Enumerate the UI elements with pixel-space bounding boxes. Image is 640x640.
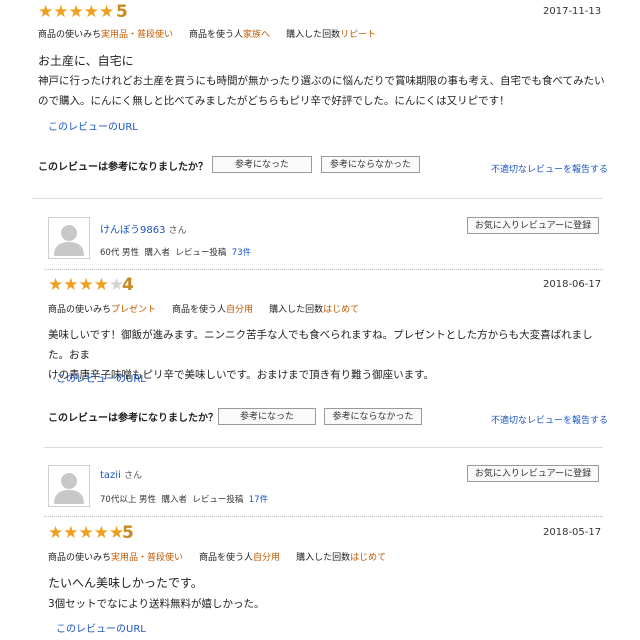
reviewer-posts-label: レビュー投稿 <box>175 248 227 258</box>
avatar <box>48 217 90 259</box>
meta-label: 購入した回数 <box>269 305 324 315</box>
review-body-line: ので購入。にんにく無しと比べてみましたがどちらもピリ辛で好評でした。にんにくは又… <box>38 95 510 107</box>
meta-label: 商品の使いみち <box>38 30 102 40</box>
dotted-divider <box>44 516 603 517</box>
user-silhouette-icon <box>49 466 89 506</box>
reviewer-buyer-badge: 購入者 <box>161 495 187 505</box>
reviewer-posts-count: 17件 <box>248 495 269 505</box>
meta-value: はじめて <box>323 305 360 315</box>
review-body: 神戸に行ったけれどお土産を買うにも時間が無かったり選ぶのに悩んだりで賞味期限の事… <box>38 71 618 111</box>
reviewer-name[interactable]: tazii さん <box>100 468 142 481</box>
star-rating: ★★★★★ <box>38 2 115 22</box>
reviewer-name-text: けんぼう9863 <box>100 225 166 236</box>
reviewer-buyer-badge: 購入者 <box>144 248 170 258</box>
review-date: 2018-05-17 <box>543 527 602 538</box>
meta-label: 商品を使う人 <box>172 305 227 315</box>
add-favorite-reviewer-button[interactable]: お気に入りレビュアーに登録 <box>467 217 599 234</box>
review-meta: 商品の使いみち実用品・普段使い 商品を使う人自分用 購入した回数はじめて <box>48 550 386 563</box>
meta-value: 自分用 <box>253 553 281 563</box>
meta-value: 家族へ <box>243 30 271 40</box>
rating-value: 5 <box>116 2 128 22</box>
reviewer-age: 60代 <box>100 248 120 258</box>
review-title: お土産に、自宅に <box>38 54 134 68</box>
meta-label: 商品の使いみち <box>48 553 112 563</box>
reviewer-gender: 男性 <box>122 248 140 258</box>
user-silhouette-icon <box>49 218 89 258</box>
review-title: たいへん美味しかったです。 <box>48 576 203 590</box>
meta-label: 商品の使いみち <box>48 305 112 315</box>
reviewer-name-text: tazii <box>100 470 121 481</box>
reviewer-name[interactable]: けんぼう9863 さん <box>100 221 187 236</box>
reviewer-posts-label: レビュー投稿 <box>192 495 244 505</box>
star-rating: ★★★★★ <box>48 275 125 295</box>
meta-value: リピート <box>340 30 377 40</box>
helpful-question: このレビューは参考になりましたか？ <box>38 162 208 173</box>
avatar <box>48 465 90 507</box>
helpful-no-button[interactable]: 参考にならなかった <box>321 156 420 173</box>
meta-value: 自分用 <box>226 305 254 315</box>
meta-value: 実用品・普段使い <box>101 30 174 40</box>
helpful-yes-button[interactable]: 参考になった <box>218 408 316 425</box>
review-meta: 商品の使いみち実用品・普段使い 商品を使う人家族へ 購入した回数リピート <box>38 27 376 40</box>
review-url-link[interactable]: このレビューのURL <box>56 370 146 385</box>
report-review-link[interactable]: 不適切なレビューを報告する <box>491 162 608 175</box>
rating-value: 5 <box>122 523 134 543</box>
meta-label: 商品を使う人 <box>189 30 244 40</box>
review-body-line: 神戸に行ったけれどお土産を買うにも時間が無かったり選ぶのに悩んだりで賞味期限の事… <box>38 75 605 87</box>
review-url-link[interactable]: このレビューのURL <box>48 118 138 133</box>
helpful-no-button[interactable]: 参考にならなかった <box>324 408 422 425</box>
review-date: 2018-06-17 <box>543 279 602 290</box>
review-body-line: 美味しいです！御飯が進みます。ニンニク苦手な人でも食べられますね。プレゼントとし… <box>48 329 593 361</box>
reviewer-honorific: さん <box>124 471 143 481</box>
reviewer-honorific: さん <box>168 226 187 236</box>
review-url-link[interactable]: このレビューのURL <box>56 620 146 635</box>
meta-value: 実用品・普段使い <box>111 553 184 563</box>
reviewer-meta: 70代以上 男性 購入者 レビュー投稿 17件 <box>100 493 268 505</box>
reviewer-meta: 60代 男性 購入者 レビュー投稿 73件 <box>100 246 251 258</box>
review-body: 3個セットでなにより送料無料が嬉しかった。 <box>48 594 608 614</box>
meta-label: 購入した回数 <box>286 30 341 40</box>
review-meta: 商品の使いみちプレゼント 商品を使う人自分用 購入した回数はじめて <box>48 302 359 315</box>
reviewer-posts-count: 73件 <box>231 248 252 258</box>
reviewer-gender: 男性 <box>139 495 157 505</box>
reviewer-age: 70代以上 <box>100 495 137 505</box>
report-review-link[interactable]: 不適切なレビューを報告する <box>491 413 608 426</box>
helpful-question: このレビューは参考になりましたか？ <box>48 413 218 424</box>
star-rating: ★★★★★ <box>48 523 125 543</box>
review-body-line: 3個セットでなにより送料無料が嬉しかった。 <box>48 598 265 610</box>
add-favorite-reviewer-button[interactable]: お気に入りレビュアーに登録 <box>467 465 599 482</box>
meta-label: 商品を使う人 <box>199 553 254 563</box>
meta-label: 購入した回数 <box>296 553 351 563</box>
rating-value: 4 <box>122 275 134 295</box>
section-divider <box>32 198 603 199</box>
helpful-yes-button[interactable]: 参考になった <box>212 156 312 173</box>
review-date: 2017-11-13 <box>543 6 602 17</box>
section-divider <box>44 447 603 448</box>
meta-value: プレゼント <box>111 305 157 315</box>
dotted-divider <box>44 269 603 270</box>
meta-value: はじめて <box>350 553 387 563</box>
